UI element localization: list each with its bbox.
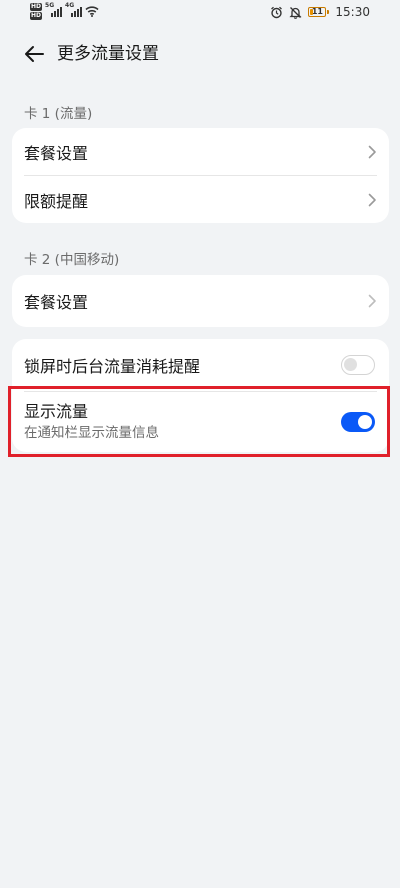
row-label: 套餐设置 — [24, 143, 89, 163]
signal-sim1-icon: 5G — [45, 3, 63, 17]
card1-plan-settings-item[interactable]: 套餐设置 — [12, 128, 389, 175]
chevron-right-icon — [368, 193, 376, 206]
lock-screen-alert-toggle[interactable] — [341, 355, 375, 375]
toggle-knob — [344, 358, 357, 371]
row-label: 套餐设置 — [24, 293, 89, 312]
back-arrow-icon — [25, 46, 44, 62]
card1-settings-card: 套餐设置 限额提醒 — [12, 128, 389, 223]
toggle-knob — [358, 415, 372, 429]
row-label: 显示流量 — [24, 402, 89, 421]
card2-settings-card: 套餐设置 — [12, 275, 389, 327]
alarm-icon — [271, 6, 283, 18]
row-label: 限额提醒 — [24, 191, 89, 211]
section-label-card1: 卡 1 (流量) — [24, 106, 93, 122]
row-label: 锁屏时后台流量消耗提醒 — [24, 357, 201, 376]
status-bar-left: HD HD 5G 4G — [30, 3, 99, 20]
card1-limit-reminder-item[interactable]: 限额提醒 — [12, 176, 389, 223]
back-button[interactable] — [20, 40, 48, 68]
card2-plan-settings-item[interactable]: 套餐设置 — [12, 275, 389, 327]
wifi-icon — [85, 6, 99, 17]
section-label-card2: 卡 2 (中国移动) — [24, 252, 120, 268]
chevron-right-icon — [368, 294, 376, 308]
status-bar: HD HD 5G 4G 11 15:30 — [0, 0, 400, 28]
header: 更多流量设置 — [0, 34, 400, 74]
battery-level: 11 — [311, 7, 323, 16]
signal-sim2-icon: 4G — [65, 3, 83, 17]
battery-icon: 11 — [308, 7, 330, 17]
show-traffic-toggle[interactable] — [341, 412, 375, 432]
show-traffic-item[interactable]: 显示流量 在通知栏显示流量信息 — [12, 392, 389, 452]
hd-indicators: HD HD — [30, 3, 43, 20]
status-time: 15:30 — [335, 5, 370, 19]
hd-icon: HD — [30, 3, 43, 11]
toggle-settings-card: 锁屏时后台流量消耗提醒 显示流量 在通知栏显示流量信息 — [12, 339, 389, 452]
mute-bell-icon — [289, 6, 302, 19]
row-sublabel: 在通知栏显示流量信息 — [24, 425, 159, 441]
chevron-right-icon — [368, 145, 376, 158]
lock-screen-alert-item[interactable]: 锁屏时后台流量消耗提醒 — [12, 339, 389, 391]
page-title: 更多流量设置 — [57, 44, 159, 64]
hd-icon: HD — [30, 12, 43, 20]
status-bar-right: 11 15:30 — [270, 5, 370, 19]
